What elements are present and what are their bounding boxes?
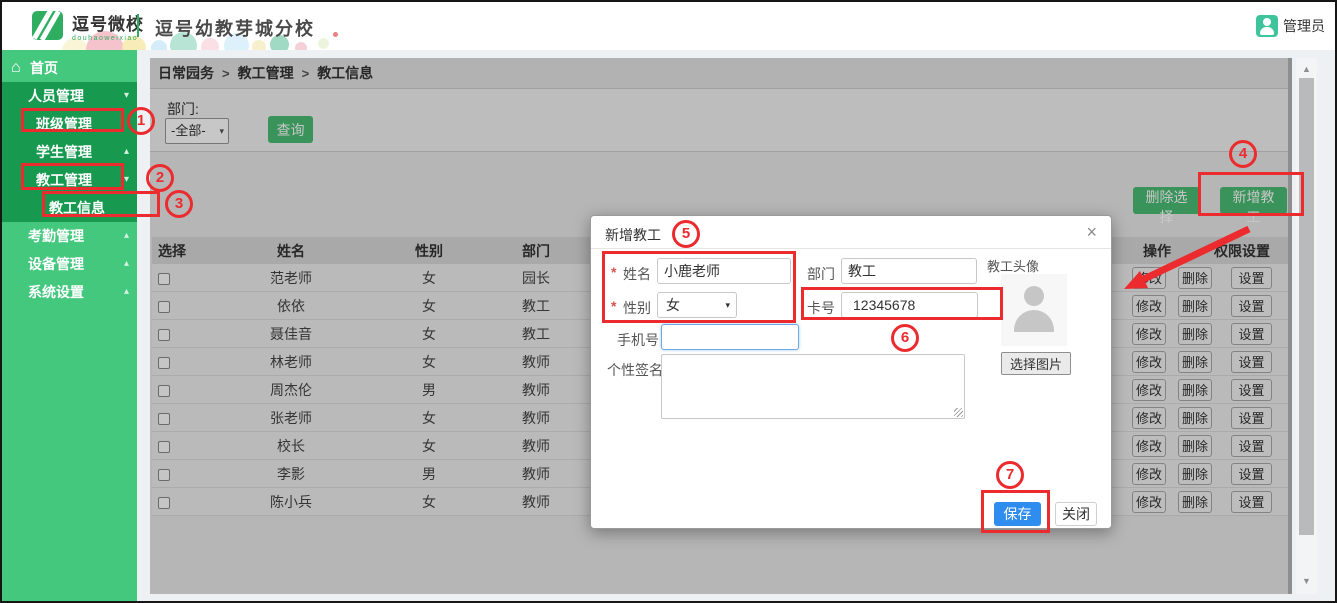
card-label: 卡号	[807, 298, 835, 318]
avatar-label: 教工头像	[987, 256, 1039, 275]
home-icon: ⌂	[11, 54, 21, 82]
header: 逗号微校 douhaoweixiao 逗号幼教芽城分校 管理员	[2, 2, 1335, 50]
sidebar-item-settings[interactable]: 系统设置 ▴	[2, 278, 137, 306]
school-title: 逗号幼教芽城分校	[155, 15, 315, 41]
admin-account[interactable]: 管理员	[1256, 15, 1325, 37]
scroll-down-icon[interactable]: ▼	[1296, 576, 1317, 586]
name-field[interactable]	[657, 258, 791, 284]
staff-avatar-placeholder	[1001, 274, 1067, 346]
sidebar-item-home[interactable]: ⌂ 首页	[2, 54, 137, 82]
sidebar-item-staff-info[interactable]: 教工信息	[2, 194, 137, 222]
required-mark: *	[611, 298, 616, 314]
signature-textarea[interactable]	[661, 354, 965, 419]
add-staff-modal: 新增教工 × * 姓名 部门 教工头像 选择图片 * 性别 女 ▾ 卡号 手机号…	[590, 215, 1112, 529]
cancel-button[interactable]: 关闭	[1055, 502, 1097, 526]
sidebar-item-student-mgmt[interactable]: 学生管理 ▴	[2, 138, 137, 166]
chevron-up-icon: ▴	[124, 138, 129, 166]
chevron-down-icon: ▾	[124, 82, 129, 110]
gender-label: 性别	[623, 298, 651, 318]
name-label: 姓名	[623, 264, 651, 284]
vertical-scrollbar[interactable]: ▲ ▼	[1296, 58, 1317, 594]
required-mark: *	[611, 264, 616, 280]
save-button[interactable]: 保存	[994, 502, 1041, 526]
dept-label: 部门	[807, 264, 835, 284]
chevron-up-icon: ▴	[124, 222, 129, 250]
header-divider	[137, 14, 139, 37]
dept-field[interactable]	[841, 258, 977, 284]
gender-select[interactable]: 女 ▾	[657, 292, 737, 318]
sidebar-expanded-group: 人员管理 ▾ 班级管理 学生管理 ▴ 教工管理 ▾ 教工信息	[2, 82, 137, 222]
signature-label: 个性签名	[607, 360, 663, 380]
card-number-field[interactable]	[841, 292, 978, 318]
admin-name: 管理员	[1283, 16, 1325, 36]
sidebar: ⌂ 首页 人员管理 ▾ 班级管理 学生管理 ▴ 教工管理 ▾ 教工信息	[2, 50, 137, 603]
sidebar-item-personnel[interactable]: 人员管理 ▾	[2, 82, 137, 110]
company-name: 逗号微校	[72, 10, 144, 35]
sidebar-item-attendance[interactable]: 考勤管理 ▴	[2, 222, 137, 250]
scrollbar-thumb[interactable]	[1299, 78, 1314, 535]
admin-avatar-icon	[1256, 15, 1278, 37]
phone-label: 手机号	[617, 330, 659, 350]
phone-field[interactable]	[661, 324, 799, 350]
logo: 逗号微校 douhaoweixiao	[28, 8, 144, 43]
close-icon[interactable]: ×	[1086, 222, 1097, 243]
resize-handle-icon[interactable]	[954, 408, 963, 417]
chevron-up-icon: ▴	[124, 278, 129, 306]
modal-title: 新增教工	[605, 225, 661, 245]
modal-titlebar: 新增教工 ×	[591, 216, 1111, 249]
sidebar-item-devices[interactable]: 设备管理 ▴	[2, 250, 137, 278]
scroll-up-icon[interactable]: ▲	[1296, 64, 1317, 74]
sidebar-item-staff-mgmt[interactable]: 教工管理 ▾	[2, 166, 137, 194]
app-window: 逗号微校 douhaoweixiao 逗号幼教芽城分校 管理员 ⌂ 首页 人员管…	[0, 0, 1337, 603]
sidebar-item-class-mgmt[interactable]: 班级管理	[2, 110, 137, 138]
chevron-down-icon: ▾	[725, 293, 730, 317]
logo-icon	[28, 8, 64, 43]
choose-image-button[interactable]: 选择图片	[1001, 352, 1071, 375]
company-subtitle: douhaoweixiao	[72, 35, 144, 42]
chevron-down-icon: ▾	[124, 166, 129, 194]
chevron-up-icon: ▴	[124, 250, 129, 278]
